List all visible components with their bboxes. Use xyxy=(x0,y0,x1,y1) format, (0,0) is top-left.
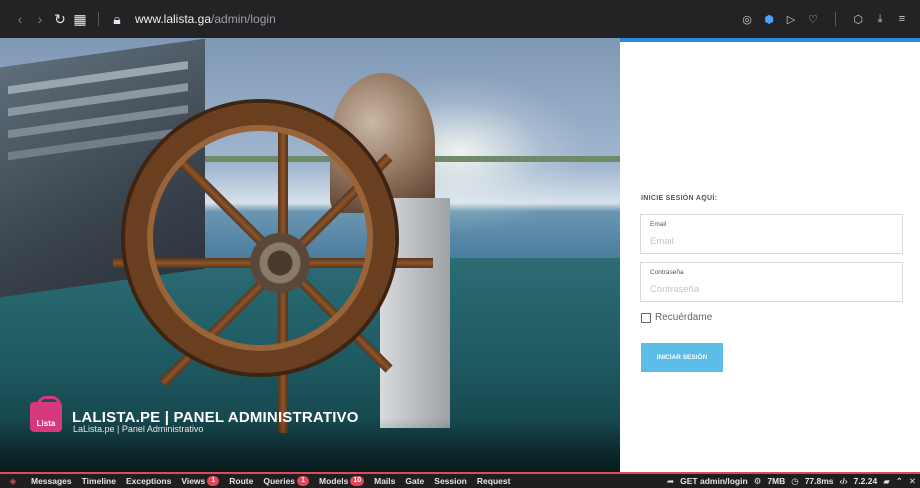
memory-icon: ⚙ xyxy=(753,475,762,486)
php-version[interactable]: 7.2.24 xyxy=(854,476,878,486)
password-input[interactable] xyxy=(650,284,893,295)
browser-toolbar: ‹ › ↻ ▦ 🔒︎ www.lalista.ga/admin/login ◎ … xyxy=(0,0,920,38)
login-heading: INICIE SESIÓN AQUÍ: xyxy=(641,195,718,202)
heart-icon[interactable]: ♡ xyxy=(805,11,821,27)
debug-tab-label: Messages xyxy=(31,476,72,486)
debug-bar: ◈ Messages Timeline Exceptions Views 1 Route Q… xyxy=(0,472,920,488)
remember-label: Recuérdame xyxy=(655,312,713,323)
close-icon[interactable]: ✕ xyxy=(909,476,916,487)
wheel-hub xyxy=(250,233,310,293)
debug-tab-session[interactable]: Session xyxy=(429,476,472,486)
debug-tab-gate[interactable]: Gate xyxy=(400,476,429,486)
debug-tab-badge: 1 xyxy=(207,476,220,486)
clock-icon: ◷ xyxy=(791,475,799,486)
debug-tab-queries[interactable]: Queries 1 xyxy=(258,476,314,486)
email-field[interactable]: Email xyxy=(640,214,903,254)
password-field[interactable]: Contraseña xyxy=(640,262,903,302)
lock-icon[interactable]: 🔒︎ xyxy=(107,9,127,29)
debug-tab-route[interactable]: Route xyxy=(224,476,258,486)
debug-tab-label: Queries xyxy=(263,476,296,486)
remember-checkbox[interactable] xyxy=(641,312,651,323)
reload-icon[interactable]: ↻ xyxy=(50,9,70,29)
url-host: www.lalista.ga xyxy=(135,12,212,26)
email-input[interactable] xyxy=(650,236,893,247)
debug-tab-badge: 1 xyxy=(297,476,310,486)
toolbar-actions: ◎ ⬢ ▷ ♡ ⬡ ⤓ ≡ xyxy=(739,11,910,27)
debugbar-logo-icon[interactable]: ◈ xyxy=(0,474,26,488)
php-icon: ‹/› xyxy=(839,476,848,486)
play-icon[interactable]: ▷ xyxy=(783,11,799,27)
remember-me[interactable]: Recuérdame xyxy=(641,312,712,323)
camera-icon[interactable]: ◎ xyxy=(739,11,755,27)
back-icon[interactable]: ‹ xyxy=(10,9,30,29)
debug-tab-label: Route xyxy=(229,476,254,486)
download-icon[interactable]: ⤓ xyxy=(872,11,888,27)
debug-tab-label: Models xyxy=(319,476,349,486)
ship-wheel xyxy=(125,103,395,373)
request-info[interactable]: GET admin/login xyxy=(680,476,748,486)
debug-tab-label: Gate xyxy=(405,476,425,486)
debug-tab-label: Views xyxy=(181,476,206,486)
speed-dial-icon[interactable]: ▦ xyxy=(70,9,90,29)
brand-logo: Lista xyxy=(30,396,62,432)
brand-logo-text: Lista xyxy=(36,419,56,428)
debug-tab-badge: 10 xyxy=(350,476,365,486)
debug-info: ➦ GET admin/login ⚙ 7MB ◷ 77.8ms ‹/› 7.2… xyxy=(667,476,920,487)
time-info[interactable]: 77.8ms xyxy=(805,476,834,486)
debug-tab-views[interactable]: Views 1 xyxy=(176,476,224,486)
chevron-up-icon[interactable]: ⌃ xyxy=(896,476,903,487)
login-panel: INICIE SESIÓN AQUÍ: Email Contraseña Rec… xyxy=(620,38,920,472)
folder-icon[interactable]: ▰ xyxy=(883,476,890,487)
debug-tab-request[interactable]: Request xyxy=(472,476,516,486)
debug-tab-mails[interactable]: Mails xyxy=(369,476,400,486)
debug-tab-models[interactable]: Models 10 xyxy=(314,476,369,486)
url-path: /admin/login xyxy=(211,12,276,26)
debug-tab-label: Request xyxy=(476,476,511,486)
debug-tab-label: Exceptions xyxy=(125,476,172,486)
menu-icon[interactable]: ≡ xyxy=(894,11,910,27)
brand-title: LALISTA.PE | PANEL ADMINISTRATIVO xyxy=(72,408,359,426)
address-bar[interactable]: www.lalista.ga/admin/login xyxy=(135,12,276,26)
debug-tab-label: Timeline xyxy=(81,476,116,486)
debug-tab-messages[interactable]: Messages xyxy=(26,476,77,486)
request-icon: ➦ xyxy=(667,475,675,486)
email-label: Email xyxy=(650,221,667,228)
debug-tab-timeline[interactable]: Timeline xyxy=(77,476,121,486)
forward-icon[interactable]: › xyxy=(30,9,50,29)
toolbar-divider xyxy=(835,12,836,26)
login-button[interactable]: INICIAR SESIÓN xyxy=(641,343,723,372)
shield-icon[interactable]: ⬢ xyxy=(761,11,777,27)
memory-info[interactable]: 7MB xyxy=(767,476,785,486)
debug-tab-label: Mails xyxy=(374,476,396,486)
debug-tabs: Messages Timeline Exceptions Views 1 Route Que… xyxy=(26,476,515,486)
debug-tab-label: Session xyxy=(434,476,467,486)
brand-subtitle: LaLista.pe | Panel Administrativo xyxy=(73,424,204,434)
cube-icon[interactable]: ⬡ xyxy=(850,11,866,27)
debug-tab-exceptions[interactable]: Exceptions xyxy=(121,476,176,486)
toolbar-divider xyxy=(98,12,99,26)
password-label: Contraseña xyxy=(650,269,684,276)
